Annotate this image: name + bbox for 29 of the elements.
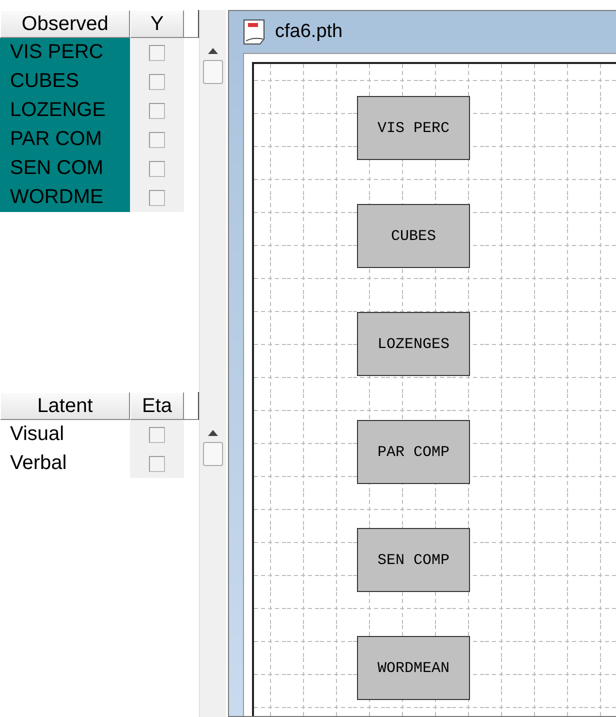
checkbox[interactable] (149, 74, 165, 90)
checkbox[interactable] (149, 44, 165, 60)
variable-item[interactable]: VIS PERC (0, 38, 130, 67)
variable-node[interactable]: LOZENGES (357, 312, 470, 376)
variable-node[interactable]: PAR COMP (357, 420, 470, 484)
scroll-up-icon[interactable] (208, 430, 218, 436)
variable-item[interactable]: WORDME (0, 183, 130, 212)
checkbox[interactable] (149, 190, 165, 206)
variable-node[interactable]: VIS PERC (357, 96, 470, 160)
checkbox[interactable] (149, 102, 165, 118)
checkbox[interactable] (149, 132, 165, 148)
column-header[interactable]: Latent (0, 392, 130, 420)
variable-item[interactable]: LOZENGE (0, 96, 130, 125)
checkbox[interactable] (149, 160, 165, 176)
scrollbar-thumb[interactable] (203, 60, 224, 84)
variable-item[interactable]: CUBES (0, 67, 130, 96)
scrollbar-thumb[interactable] (203, 442, 224, 466)
variable-item[interactable]: PAR COM (0, 125, 130, 154)
checkbox[interactable] (149, 456, 165, 472)
checkbox[interactable] (149, 426, 165, 442)
scroll-up-icon[interactable] (208, 48, 218, 54)
variable-item[interactable]: SEN COM (0, 154, 130, 183)
window-title: cfa6.pth (275, 21, 343, 43)
variable-node[interactable]: CUBES (357, 204, 470, 268)
variable-node[interactable]: SEN COMP (357, 528, 470, 592)
column-header[interactable]: Y (130, 10, 184, 38)
column-header[interactable]: Eta (130, 392, 184, 420)
variable-node[interactable]: WORDMEAN (357, 636, 470, 700)
column-header[interactable]: Observed (0, 10, 130, 38)
